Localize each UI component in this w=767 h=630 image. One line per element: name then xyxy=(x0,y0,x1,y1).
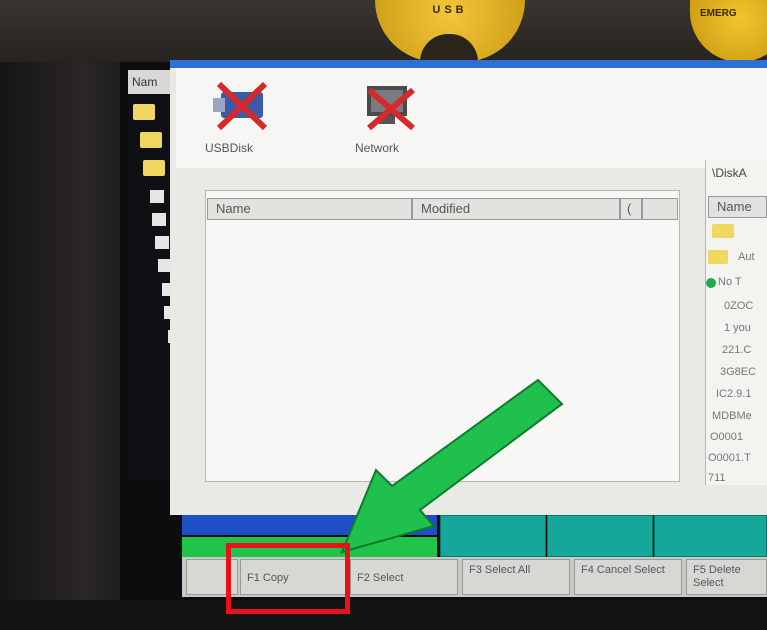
annotation-overlay xyxy=(340,378,564,554)
green-arrow-icon xyxy=(340,378,564,554)
f1-copy-highlight xyxy=(226,543,350,614)
